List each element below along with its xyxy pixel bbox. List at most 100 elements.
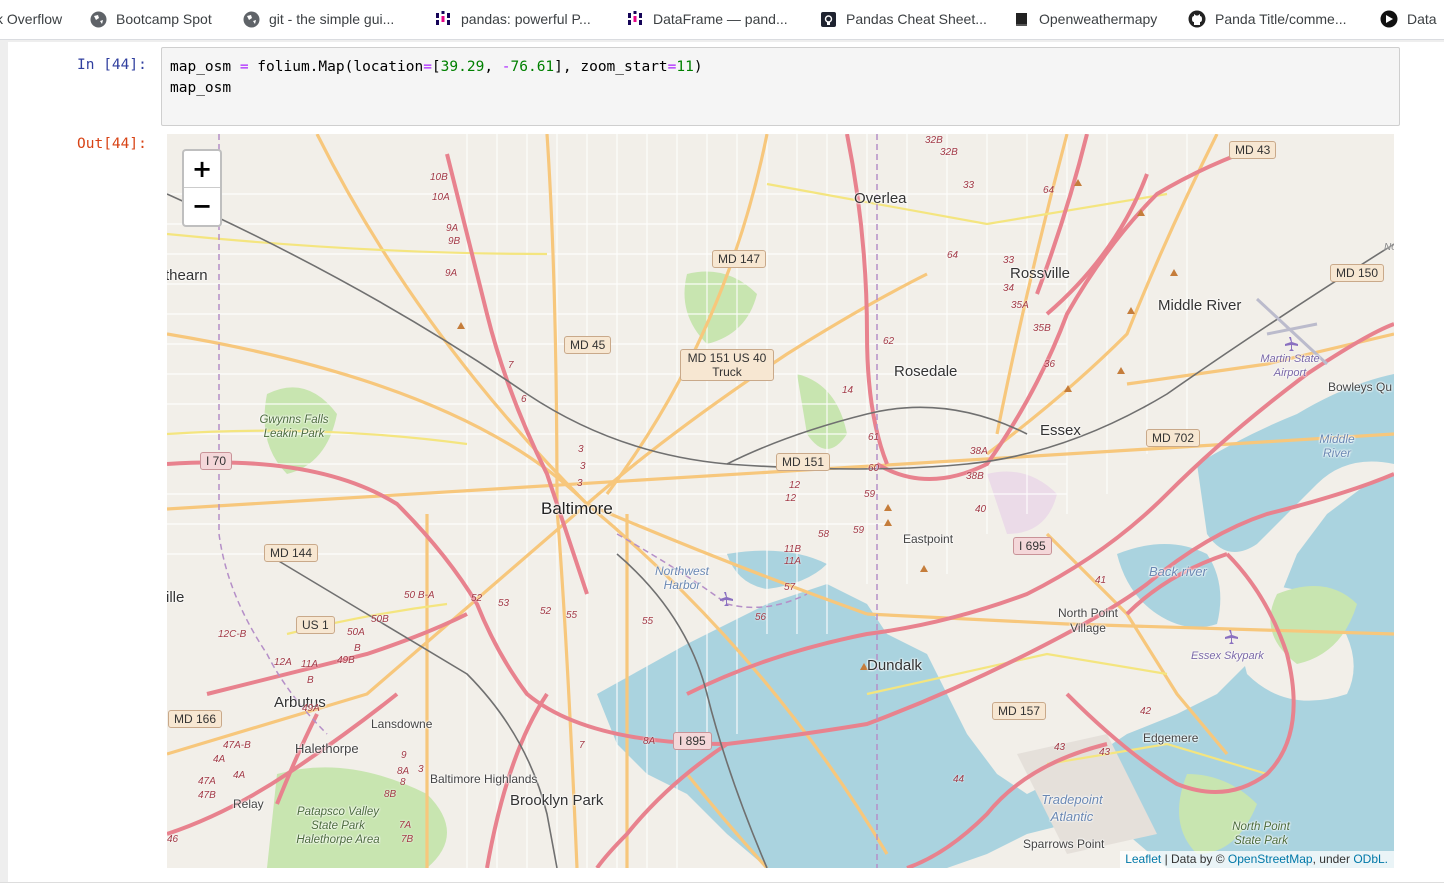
bookmark-stack-overflow[interactable]: k Overflow <box>0 0 62 38</box>
place-label-brooklyn-park: Brooklyn Park <box>510 792 604 809</box>
place-label-sparrows-point: Sparrows Point <box>1023 837 1105 851</box>
exit-number: 50 B-A <box>404 590 435 601</box>
exit-number: 14 <box>842 385 854 396</box>
cheatsheet-icon <box>819 10 837 28</box>
exit-number: 32B <box>925 135 943 146</box>
exit-number: B <box>307 675 314 686</box>
pandas-icon <box>434 10 452 28</box>
exit-number: 3 <box>580 461 586 472</box>
exit-number: 12C-B <box>218 629 247 640</box>
code-text: map_osm = folium.Map(location=[39.29, -7… <box>170 59 703 96</box>
airport-label-essex-skypark: Essex Skypark <box>1191 650 1264 662</box>
zoom-out-button[interactable]: − <box>184 187 220 224</box>
exit-number: 3 <box>578 444 584 455</box>
github-icon <box>1188 10 1206 28</box>
code-cell-input[interactable]: map_osm = folium.Map(location=[39.29, -7… <box>161 47 1400 126</box>
exit-number: 6 <box>521 394 527 405</box>
exit-number: 12 <box>785 493 797 504</box>
exit-number: 35A <box>1011 300 1029 311</box>
exit-number: 11B <box>784 544 802 555</box>
water-label-northwest-harbor: Northwest Harbor <box>654 564 710 592</box>
route-shield: MD 157 <box>992 702 1047 720</box>
output-prompt: Out[44]: <box>77 136 147 152</box>
park-label-patapsco: Patapsco Valley State Park Halethorpe Ar… <box>296 806 380 846</box>
data-icon <box>1380 10 1398 28</box>
exit-number: 50A <box>347 627 365 638</box>
route-shield: MD 702 <box>1146 429 1201 447</box>
bookmark-pandas-cheat-sheet[interactable]: Pandas Cheat Sheet... <box>819 0 987 38</box>
exit-number: 7 <box>579 740 585 751</box>
bookmark-label: Pandas Cheat Sheet... <box>846 11 987 27</box>
place-label-relay: Relay <box>233 797 264 811</box>
route-shield: MD 45 <box>564 336 612 354</box>
bookmark-label: DataFrame — pand... <box>653 11 788 27</box>
attribution-text: , under <box>1312 852 1354 866</box>
exit-number: 35B <box>1033 323 1051 334</box>
exit-number: 55 <box>566 610 578 621</box>
exit-number: 47A-B <box>223 740 251 751</box>
place-label-bowleys: Bowleys Qu <box>1328 380 1393 394</box>
exit-number: 7B <box>401 834 414 845</box>
route-shield: MD 151 US 40 Truck <box>680 349 774 381</box>
route-shield: MD 43 <box>1229 141 1277 159</box>
route-shield: MD 144 <box>264 544 319 562</box>
exit-number: 52 <box>471 593 483 604</box>
exit-number: 59 <box>853 525 865 536</box>
exit-number: 55 <box>642 616 654 627</box>
exit-number: 10A <box>432 192 450 203</box>
attribution-text: | Data by © <box>1161 852 1228 866</box>
water-label-tradepoint: Tradepoint Atlantic <box>1041 792 1103 824</box>
place-label-rosedale: Rosedale <box>894 363 958 380</box>
bookmark-data[interactable]: Data <box>1380 0 1437 38</box>
exit-number: 10B <box>430 172 448 183</box>
place-label-middle-river: Middle River <box>1158 297 1242 314</box>
exit-number: 33 <box>1003 255 1015 266</box>
map-tiles <box>167 134 1394 868</box>
folium-map[interactable]: Baltimore Overlea Rossville Middle River… <box>167 134 1394 868</box>
bookmark-git-simple-guide[interactable]: git - the simple gui... <box>242 0 394 38</box>
exit-number: 52 <box>540 606 552 617</box>
exit-number: 33 <box>963 180 975 191</box>
bookmarks-bar: k Overflow Bootcamp Spot git - the simpl… <box>0 0 1444 40</box>
exit-number: 47A <box>198 776 216 787</box>
place-label-essex: Essex <box>1040 422 1081 439</box>
place-label-lansdowne: Lansdowne <box>371 717 433 731</box>
openstreetmap-link[interactable]: OpenStreetMap <box>1228 852 1313 866</box>
exit-number: 43 <box>1099 747 1111 758</box>
airport-label-martin: Martin State Airport <box>1260 353 1320 379</box>
bookmark-dataframe[interactable]: DataFrame — pand... <box>626 0 788 38</box>
exit-number: 38B <box>966 471 984 482</box>
globe-icon <box>242 10 260 28</box>
place-label-rossville: Rossville <box>1010 265 1071 282</box>
zoom-control: + − <box>182 149 222 227</box>
bookmark-pandas-powerful[interactable]: pandas: powerful P... <box>434 0 591 38</box>
place-label-baltimore: Baltimore <box>541 499 613 518</box>
exit-number: 8A <box>397 766 410 777</box>
exit-number: 12A <box>274 657 292 668</box>
exit-number: 8 <box>400 777 406 788</box>
exit-number: 41 <box>1095 575 1107 586</box>
bookmark-openweathermapy[interactable]: Openweathermapy <box>1012 0 1157 38</box>
exit-number: B <box>354 643 361 654</box>
odbl-link[interactable]: ODbL. <box>1353 852 1388 866</box>
exit-number: No <box>1384 242 1394 253</box>
exit-number: 4A <box>213 754 226 765</box>
place-label-eastpoint: Eastpoint <box>903 532 954 546</box>
globe-icon <box>89 10 107 28</box>
exit-number: 32B <box>940 147 958 158</box>
place-label-dundalk: Dundalk <box>867 657 923 674</box>
exit-number: 3 <box>577 478 583 489</box>
bookmark-panda-title[interactable]: Panda Title/comme... <box>1188 0 1347 38</box>
notebook-page: In [44]: map_osm = folium.Map(location=[… <box>8 42 1444 882</box>
exit-number: 34 <box>1003 283 1015 294</box>
zoom-in-button[interactable]: + <box>184 151 220 187</box>
place-label-baltimore-highlands: Baltimore Highlands <box>430 772 538 786</box>
input-prompt: In [44]: <box>77 57 147 73</box>
bookmark-bootcamp-spot[interactable]: Bootcamp Spot <box>89 0 212 38</box>
place-label-halethorpe: Halethorpe <box>295 741 359 756</box>
bottom-bar <box>0 882 1444 896</box>
leaflet-link[interactable]: Leaflet <box>1125 852 1161 866</box>
exit-number: 11A <box>784 556 802 567</box>
water-label-back-river: Back river <box>1149 564 1207 579</box>
exit-number: 8B <box>384 789 397 800</box>
